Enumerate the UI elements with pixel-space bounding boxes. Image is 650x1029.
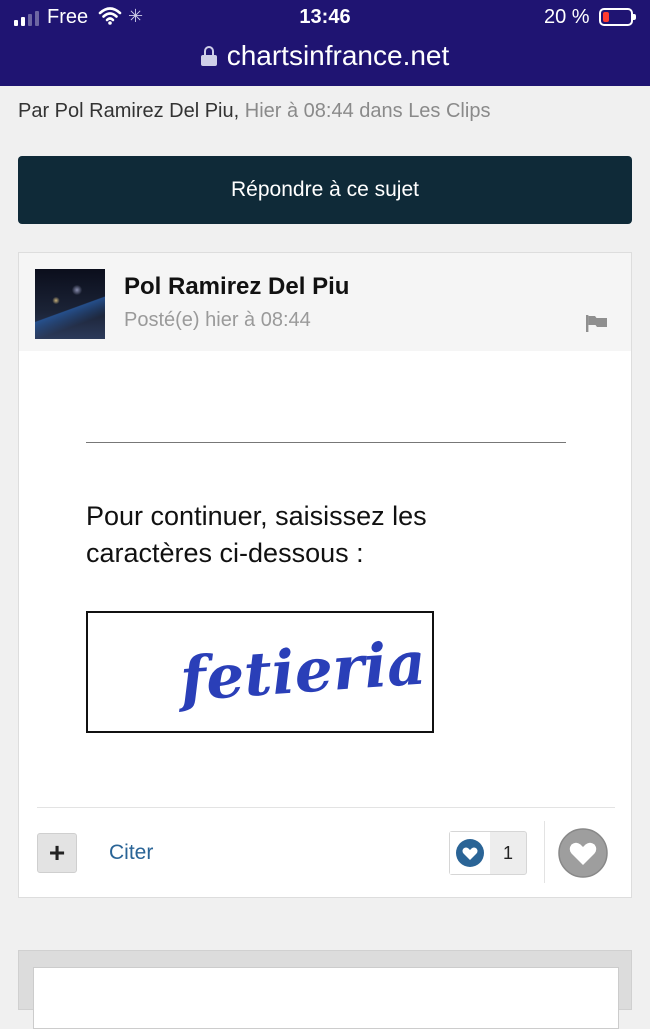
captcha-image: fetieria xyxy=(86,611,434,733)
battery-icon xyxy=(599,8,636,26)
post-date: Posté(e) hier à 08:44 xyxy=(124,309,311,331)
byline-author: Par Pol Ramirez Del Piu, xyxy=(18,100,240,122)
status-bar: Free ✳ 13:46 20 % xyxy=(0,0,650,36)
browser-header: Free ✳ 13:46 20 % chartsinfrance.net xyxy=(0,0,650,86)
battery-percent: 20 % xyxy=(544,6,590,28)
captcha-text: fetieria xyxy=(174,628,428,715)
captcha-prompt: Pour continuer, saisissez les caractères… xyxy=(86,501,427,568)
react-heart-icon[interactable] xyxy=(557,827,609,884)
reply-button[interactable]: Répondre à ce sujet xyxy=(18,156,632,224)
reaction-summary[interactable]: 1 xyxy=(449,831,527,875)
multi-quote-button[interactable]: + xyxy=(37,833,77,873)
url-text: chartsinfrance.net xyxy=(226,40,450,71)
avatar[interactable] xyxy=(35,269,105,339)
flag-icon[interactable] xyxy=(585,313,609,338)
lock-icon xyxy=(200,46,217,66)
next-post-content xyxy=(33,967,619,1029)
reaction-count: 1 xyxy=(502,842,513,863)
post-card: Pol Ramirez Del Piu Posté(e) hier à 08:4… xyxy=(18,252,632,898)
next-post-card xyxy=(18,950,632,1029)
post-header: Pol Ramirez Del Piu Posté(e) hier à 08:4… xyxy=(19,253,631,351)
post-author[interactable]: Pol Ramirez Del Piu xyxy=(124,273,349,301)
quote-link[interactable]: Citer xyxy=(109,841,153,865)
heart-icon xyxy=(450,832,490,874)
topic-byline: Par Pol Ramirez Del Piu, Hier à 08:44 da… xyxy=(18,100,490,123)
post-footer-divider xyxy=(37,807,615,808)
divider-line xyxy=(86,442,566,443)
address-bar[interactable]: chartsinfrance.net xyxy=(0,36,650,76)
post-body: Pour continuer, saisissez les caractères… xyxy=(19,351,631,807)
separator xyxy=(544,821,545,883)
byline-date: Hier à 08:44 dans Les Clips xyxy=(244,100,491,122)
